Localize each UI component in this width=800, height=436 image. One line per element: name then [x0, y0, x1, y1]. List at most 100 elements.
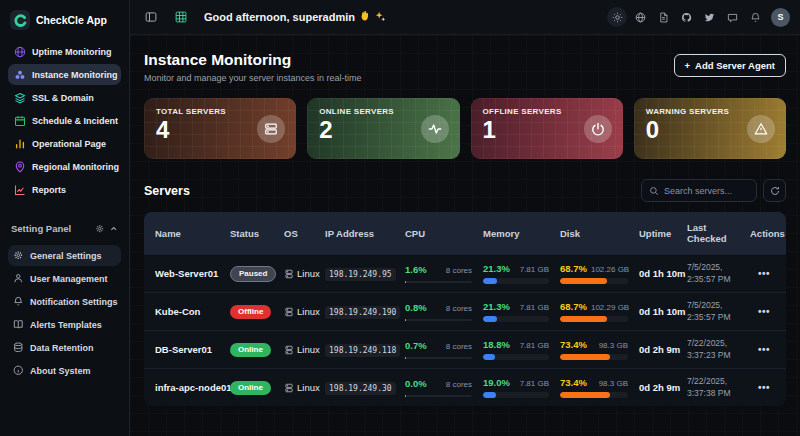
column-header-status: Status [228, 228, 282, 239]
sidebar-item-instance-monitoring[interactable]: Instance Monitoring [8, 64, 121, 85]
stat-cards: TOTAL SERVERS 4 ONLINE SERVERS 2 OFFLINE… [144, 98, 786, 159]
memory-metric: 21.3%7.81 GB [481, 301, 558, 322]
stat-card-online-servers: ONLINE SERVERS 2 [307, 98, 459, 159]
layers-icon [13, 91, 26, 104]
linux-os-icon [284, 307, 294, 317]
table-row[interactable]: Web-Server01 Paused Linux 198.19.249.95 … [144, 254, 786, 292]
user-avatar[interactable]: S [771, 8, 790, 27]
stat-card-warning-servers: WARNING SERVERS 0 [634, 98, 786, 159]
status-badge: Online [230, 343, 271, 357]
gear-icon [95, 219, 105, 237]
bell-icon [13, 296, 24, 307]
grid-view-icon[interactable] [170, 6, 192, 28]
ip-address: 198.19.249.190 [325, 306, 400, 319]
sidebar-item-ssl-domain[interactable]: SSL & Domain [8, 87, 121, 108]
table-header: NameStatusOSIP AddressCPUMemoryDiskUptim… [144, 212, 786, 254]
row-actions-button[interactable]: ••• [748, 344, 786, 355]
server-search[interactable] [641, 179, 757, 202]
search-input[interactable] [664, 186, 749, 196]
settings-panel-header[interactable]: Setting Panel [8, 216, 121, 245]
activity-icon [421, 115, 449, 143]
sidebar-item-regional-monitoring[interactable]: Regional Monitoring [8, 156, 121, 177]
linux-os-icon [284, 383, 294, 393]
uptime: 0d 2h 9m [637, 344, 685, 355]
table-row[interactable]: Kube-Con Offline Linux 198.19.249.190 0.… [144, 292, 786, 330]
topbar: Good afternoon, superadmin S [130, 0, 800, 35]
notifications-bell-icon[interactable] [745, 7, 765, 27]
memory-metric: 19.0%7.81 GB [481, 377, 558, 398]
docs-icon[interactable] [653, 7, 673, 27]
sidebar-item-uptime-monitoring[interactable]: Uptime Monitoring [8, 41, 121, 62]
bar-chart-icon [13, 137, 26, 150]
row-actions-button[interactable]: ••• [748, 306, 786, 317]
linux-os-icon [284, 269, 294, 279]
feedback-chat-icon[interactable] [722, 7, 742, 27]
user-icon [13, 273, 24, 284]
column-header-disk: Disk [558, 228, 637, 239]
info-icon [13, 365, 24, 376]
disk-metric: 68.7%102.26 GB [558, 263, 637, 284]
ip-address: 198.19.249.118 [325, 344, 400, 357]
last-checked: 7/5/2025,2:35:57 PM [685, 262, 748, 286]
page-subtitle: Monitor and manage your server instances… [144, 73, 362, 83]
chevron-up-icon[interactable] [109, 219, 119, 237]
sidebar-item-operational-page[interactable]: Operational Page [8, 133, 121, 154]
add-server-agent-button[interactable]: + Add Server Agent [674, 54, 786, 77]
server-name: DB-Server01 [144, 344, 228, 355]
stat-card-total-servers: TOTAL SERVERS 4 [144, 98, 296, 159]
calendar-icon [13, 114, 26, 127]
greeting-text: Good afternoon, superadmin [204, 10, 386, 24]
table-row[interactable]: infra-apc-node01 Online Linux 198.19.249… [144, 368, 786, 406]
topbar-actions: S [607, 7, 790, 27]
sidebar-item-schedule-incident[interactable]: Schedule & Incident [8, 110, 121, 131]
os-cell: Linux [282, 344, 323, 355]
main-nav: Uptime Monitoring Instance Monitoring SS… [8, 41, 121, 200]
row-actions-button[interactable]: ••• [748, 382, 786, 393]
column-header-os: OS [282, 228, 323, 239]
main-area: Good afternoon, superadmin S Instance Mo… [130, 0, 800, 436]
power-icon [584, 115, 612, 143]
disk-metric: 73.4%98.3 GB [558, 377, 637, 398]
settings-item-notification-settings[interactable]: Notification Settings [8, 291, 121, 312]
github-icon[interactable] [676, 7, 696, 27]
checkcle-logo-icon [10, 10, 30, 30]
status-badge: Offline [230, 305, 271, 319]
theme-toggle-icon[interactable] [607, 7, 627, 27]
memory-metric: 18.8%7.81 GB [481, 339, 558, 360]
app-title: CheckCle App [36, 14, 107, 26]
language-globe-icon[interactable] [630, 7, 650, 27]
os-cell: Linux [282, 382, 323, 393]
table-row[interactable]: DB-Server01 Online Linux 198.19.249.118 … [144, 330, 786, 368]
column-header-ip-address: IP Address [323, 228, 403, 239]
ip-address: 198.19.249.95 [325, 268, 396, 281]
sidebar-item-reports[interactable]: Reports [8, 179, 121, 200]
settings-item-alerts-templates[interactable]: Alerts Templates [8, 314, 121, 335]
page-title: Instance Monitoring [144, 51, 362, 69]
sidebar: CheckCle App Uptime Monitoring Instance … [0, 0, 130, 436]
os-cell: Linux [282, 268, 323, 279]
os-cell: Linux [282, 306, 323, 317]
refresh-button[interactable] [763, 179, 786, 202]
last-checked: 7/22/2025,3:37:23 PM [685, 338, 748, 362]
column-header-memory: Memory [481, 228, 558, 239]
cpu-metric: 0.7%8 cores [403, 340, 481, 359]
plus-icon: + [685, 60, 691, 71]
disk-metric: 68.7%102.29 GB [558, 301, 637, 322]
settings-item-data-retention[interactable]: Data Retention [8, 337, 121, 358]
column-header-uptime: Uptime [637, 228, 685, 239]
app-logo[interactable]: CheckCle App [8, 8, 121, 41]
content: Instance Monitoring Monitor and manage y… [130, 35, 800, 436]
settings-item-user-management[interactable]: User Management [8, 268, 121, 289]
row-actions-button[interactable]: ••• [748, 268, 786, 279]
search-icon [649, 186, 659, 196]
sidebar-toggle-icon[interactable] [140, 6, 162, 28]
servers-heading: Servers [144, 184, 190, 198]
settings-item-about-system[interactable]: About System [8, 360, 121, 381]
server-name: infra-apc-node01 [144, 382, 228, 393]
settings-item-general-settings[interactable]: General Settings [8, 245, 121, 266]
column-header-cpu: CPU [403, 228, 481, 239]
cpu-metric: 1.6%8 cores [403, 264, 481, 283]
database-icon [13, 342, 24, 353]
settings-nav: General Settings User Management Notific… [8, 245, 121, 381]
twitter-icon[interactable] [699, 7, 719, 27]
